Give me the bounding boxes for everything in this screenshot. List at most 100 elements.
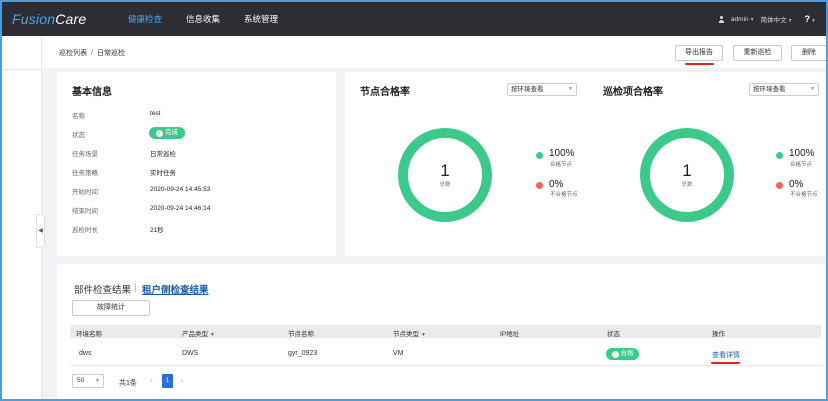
- info-value-start-time: 2020-09-24 14:45:53: [150, 186, 211, 193]
- help-menu[interactable]: ?▼: [805, 14, 816, 24]
- page-size-select[interactable]: 50 ▼: [72, 374, 104, 388]
- check-icon: ✓: [156, 129, 163, 137]
- column-header-node-type[interactable]: 节点类型 ▼: [393, 328, 426, 338]
- help-icon: ?: [804, 14, 811, 24]
- info-label-status: 状态: [72, 132, 85, 139]
- logo-suffix: Care: [55, 11, 87, 27]
- legend-fail-dot: [536, 182, 543, 189]
- column-header-product-type[interactable]: 产品类型 ▼: [182, 328, 215, 338]
- item-rate-pass-pct: 100%: [789, 148, 815, 159]
- nav-item-health-check[interactable]: 健康检查: [116, 2, 174, 36]
- chevron-down-icon: ▼: [568, 86, 573, 92]
- basic-info-title: 基本信息: [72, 87, 112, 98]
- info-value-end-time: 2020-09-24 14:46:14: [150, 205, 211, 212]
- legend-pass-dot: [776, 152, 783, 159]
- chevron-down-icon: ▼: [811, 18, 816, 24]
- sort-down-icon: ▼: [421, 332, 426, 338]
- item-rate-filter-select[interactable]: 按环境查看 ▼: [749, 83, 819, 96]
- info-label-scene: 任务场景: [72, 151, 98, 158]
- tab-separator: |: [134, 282, 137, 292]
- node-rate-pass-pct: 100%: [549, 148, 575, 159]
- breadcrumb-separator: /: [91, 50, 93, 57]
- prev-page-icon[interactable]: ‹: [150, 375, 153, 385]
- item-rate-pass-label: 合格节点: [790, 162, 813, 168]
- info-label-duration: 巡检时长: [72, 227, 98, 234]
- item-rate-total-label: 总数: [681, 182, 693, 188]
- app-frame: FusionCare 健康检查 信息收集 系统管理 admin▼ 简体中文▼ ?…: [0, 0, 828, 401]
- column-header-label: 节点类型: [393, 331, 419, 338]
- info-value-name: test: [150, 110, 161, 117]
- cell-node-name: gyr_0923: [288, 350, 318, 357]
- breadcrumb-parent-link[interactable]: 巡检列表: [59, 50, 87, 57]
- legend-pass-dot: [536, 152, 543, 159]
- recheck-button[interactable]: 重新巡检: [733, 45, 782, 61]
- column-header-label: 产品类型: [182, 331, 208, 338]
- breadcrumb-current: 日常巡检: [96, 50, 125, 57]
- cell-env: dws: [79, 350, 92, 357]
- basic-info-card: 基本信息 名称 test 状态 ✓ 完成 任务场景 日常巡检 任务策略 实时任务…: [57, 72, 336, 256]
- user-menu[interactable]: admin▼: [731, 16, 755, 23]
- next-page-icon[interactable]: ›: [180, 375, 183, 385]
- user-name: admin: [730, 15, 749, 23]
- info-label-name: 名称: [72, 113, 85, 120]
- nav-item-system-management[interactable]: 系统管理: [232, 2, 290, 36]
- info-label-start-time: 开始时间: [72, 189, 98, 196]
- sidebar-collapse-icon[interactable]: ◀: [36, 214, 45, 248]
- info-value-scene: 日常巡检: [150, 151, 176, 158]
- language-label: 简体中文: [760, 17, 787, 24]
- item-rate-filter-value: 按环境查看: [753, 86, 786, 93]
- item-rate-fail-pct: 0%: [789, 179, 804, 190]
- app-logo[interactable]: FusionCare: [12, 11, 86, 27]
- chevron-down-icon: ▼: [749, 16, 755, 23]
- node-rate-filter-select[interactable]: 按环境查看 ▼: [507, 83, 577, 96]
- node-rate-filter-value: 按环境查看: [511, 86, 544, 93]
- language-menu[interactable]: 简体中文▼: [761, 14, 793, 24]
- logo-prefix: Fusion: [12, 11, 56, 27]
- highlight-underline: [685, 63, 714, 65]
- node-rate-pass-label: 合格节点: [550, 162, 573, 168]
- cell-node-type: VM: [393, 350, 404, 357]
- column-header-action: 操作: [712, 331, 725, 338]
- cell-product-type: DWS: [182, 350, 199, 357]
- chevron-down-icon: ▼: [95, 378, 100, 384]
- column-header-ip: IP地址: [500, 331, 520, 338]
- sort-down-icon: ▼: [210, 332, 215, 338]
- node-rate-fail-pct: 0%: [549, 179, 564, 190]
- info-value-duration: 21秒: [150, 227, 164, 234]
- view-details-link[interactable]: 查看详情: [712, 350, 740, 360]
- user-icon: [718, 15, 725, 23]
- check-icon: ✓: [611, 350, 619, 358]
- nav-item-info-collection[interactable]: 信息收集: [174, 2, 232, 36]
- info-value-strategy: 实时任务: [150, 170, 176, 177]
- status-badge-label: 合格: [620, 350, 634, 357]
- tab-component-results[interactable]: 部件检查结果: [74, 282, 131, 296]
- page-number-button[interactable]: 1: [162, 374, 173, 388]
- node-rate-total-count: 1: [440, 161, 450, 180]
- item-rate-title: 巡检项合格率: [603, 87, 663, 98]
- item-rate-fail-label: 不合格节点: [790, 192, 818, 198]
- chevron-down-icon: ▼: [810, 86, 815, 92]
- column-header-node-name: 节点名称: [288, 331, 314, 338]
- info-label-strategy: 任务策略: [72, 170, 98, 177]
- chevron-down-icon: ▼: [787, 18, 793, 24]
- table-row-divider: [70, 365, 821, 366]
- sidebar-divider: [2, 69, 42, 70]
- tab-tenant-results[interactable]: 租户侧检查结果: [142, 282, 209, 296]
- export-report-button[interactable]: 导出报告: [675, 45, 723, 61]
- legend-fail-dot: [776, 182, 783, 189]
- status-badge: ✓ 合格: [606, 348, 639, 360]
- main-nav: 健康检查 信息收集 系统管理: [116, 2, 290, 36]
- highlight-underline: [711, 362, 740, 364]
- column-header-env: 环境名称: [76, 331, 102, 338]
- results-table-header: 环境名称 产品类型 ▼ 节点名称 节点类型 ▼ IP地址 状态 操作: [70, 325, 821, 338]
- pager-total: 共1条: [119, 380, 137, 387]
- top-nav-bar: FusionCare 健康检查 信息收集 系统管理 admin▼ 简体中文▼ ?…: [2, 2, 826, 36]
- node-rate-total-label: 总数: [439, 182, 451, 188]
- fault-stats-button[interactable]: 故障统计: [72, 300, 150, 316]
- item-rate-total-count: 1: [682, 161, 692, 180]
- info-label-end-time: 结束时间: [72, 208, 98, 215]
- node-rate-title: 节点合格率: [360, 87, 410, 98]
- top-right-menu: admin▼ 简体中文▼ ?▼: [718, 2, 816, 36]
- column-header-status: 状态: [607, 331, 620, 338]
- delete-button[interactable]: 删除: [791, 45, 826, 61]
